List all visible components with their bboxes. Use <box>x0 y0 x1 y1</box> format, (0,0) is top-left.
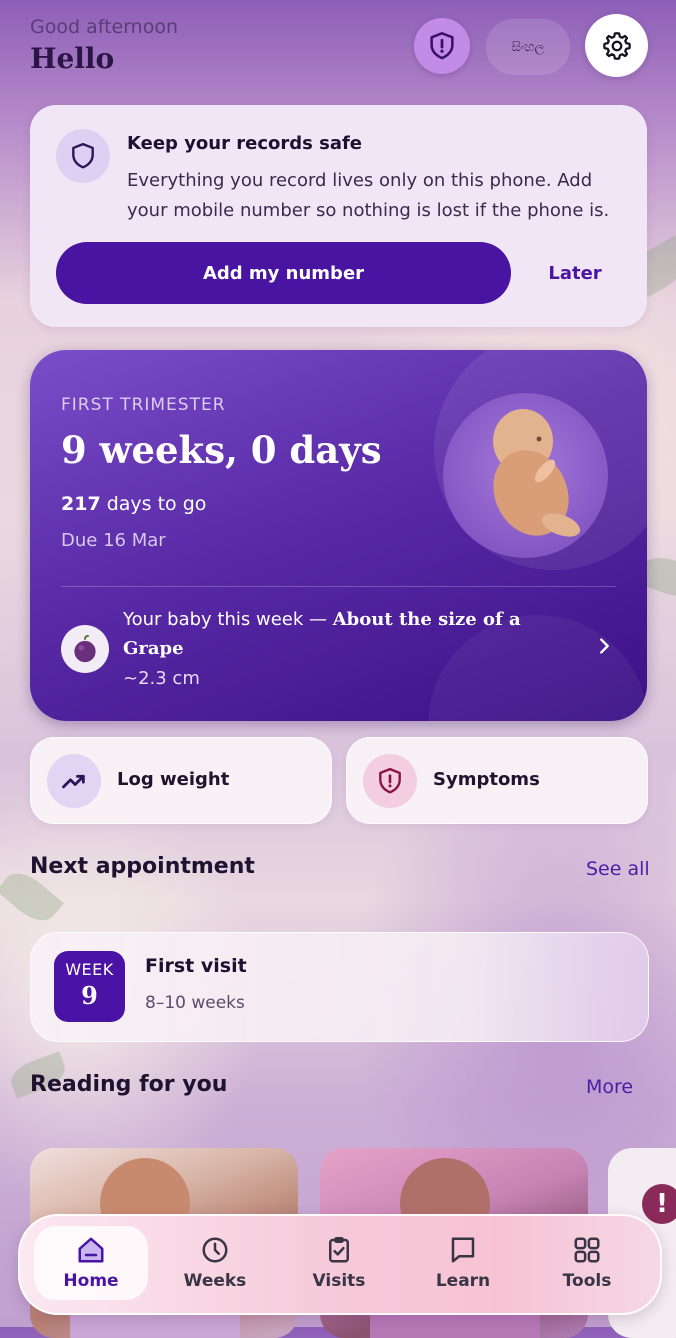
grape-icon <box>74 634 96 663</box>
more-link[interactable]: More <box>586 1076 633 1098</box>
bottom-navigation: Home Weeks Visits Learn Tools <box>18 1214 662 1315</box>
log-weight-icon-circle <box>47 754 101 808</box>
later-button[interactable]: Later <box>530 242 620 304</box>
nav-learn[interactable]: Learn <box>406 1226 520 1300</box>
clipboard-check-icon <box>329 1237 349 1263</box>
appointment-range: 8–10 weeks <box>145 993 245 1013</box>
due-date: Due 16 Mar <box>61 530 166 551</box>
safe-card-title: Keep your records safe <box>127 133 363 154</box>
add-number-button[interactable]: Add my number <box>56 242 511 304</box>
privacy-shield-button[interactable] <box>414 18 470 74</box>
chat-bubble-icon <box>451 1237 475 1263</box>
baby-illustration <box>443 393 608 558</box>
safe-card-icon-circle <box>56 129 110 183</box>
days-to-go-text: days to go <box>106 493 207 515</box>
nav-learn-label: Learn <box>435 1271 491 1291</box>
clock-icon <box>202 1237 228 1263</box>
fruit-thumbnail <box>61 625 109 673</box>
page-title: Hello <box>30 42 115 75</box>
nav-tools[interactable]: Tools <box>530 1226 644 1300</box>
language-toggle-button[interactable]: සිංහල <box>485 18 571 76</box>
alert-icon: ! <box>642 1184 676 1224</box>
trend-up-icon <box>62 774 85 789</box>
language-label: සිංහල <box>511 39 545 55</box>
settings-button[interactable] <box>585 14 648 77</box>
nav-home[interactable]: Home <box>34 1226 148 1300</box>
nav-home-label: Home <box>63 1271 119 1291</box>
card-divider <box>61 586 616 587</box>
home-icon <box>78 1237 104 1263</box>
baby-this-week: Your baby this week — About the size of … <box>123 605 553 663</box>
week-badge: WEEK 9 <box>54 951 125 1022</box>
reading-section-title: Reading for you <box>30 1072 228 1097</box>
see-all-link[interactable]: See all <box>586 858 650 880</box>
records-safe-card: Keep your records safe Everything you re… <box>30 105 647 327</box>
appointment-title: First visit <box>145 955 247 977</box>
symptoms-label: Symptoms <box>433 769 540 790</box>
nav-weeks-label: Weeks <box>183 1271 247 1291</box>
fetus-icon <box>493 409 581 537</box>
nav-tools-label: Tools <box>562 1271 612 1291</box>
days-to-go: 217 days to go <box>61 493 206 515</box>
shield-icon <box>72 142 94 169</box>
symptoms-button[interactable]: Symptoms <box>346 737 648 824</box>
trimester-label: FIRST TRIMESTER <box>61 395 226 415</box>
safe-card-text: Everything you record lives only on this… <box>127 170 610 221</box>
log-weight-button[interactable]: Log weight <box>30 737 332 824</box>
grid-icon <box>574 1237 600 1263</box>
nav-weeks[interactable]: Weeks <box>158 1226 272 1300</box>
days-to-go-number: 217 <box>61 493 101 515</box>
symptoms-icon-circle <box>363 754 417 808</box>
week-badge-label: WEEK <box>65 960 114 979</box>
greeting-text: Good afternoon <box>30 16 179 38</box>
nav-visits-label: Visits <box>312 1271 366 1291</box>
shield-alert-icon <box>430 32 454 60</box>
next-appointment-title: Next appointment <box>30 854 255 879</box>
gear-icon <box>602 31 631 60</box>
shield-alert-icon <box>379 767 401 794</box>
chevron-right-icon[interactable] <box>593 635 615 661</box>
week-badge-number: 9 <box>81 981 98 1010</box>
baby-week-prefix: Your baby this week — <box>123 609 333 630</box>
pregnancy-weeks: 9 weeks, 0 days <box>61 428 382 472</box>
appointment-card[interactable]: WEEK 9 First visit 8–10 weeks <box>30 932 649 1042</box>
log-weight-label: Log weight <box>117 769 230 790</box>
pregnancy-progress-card[interactable]: FIRST TRIMESTER 9 weeks, 0 days 217 days… <box>30 350 647 721</box>
baby-size-cm: ~2.3 cm <box>123 668 200 689</box>
nav-visits[interactable]: Visits <box>282 1226 396 1300</box>
